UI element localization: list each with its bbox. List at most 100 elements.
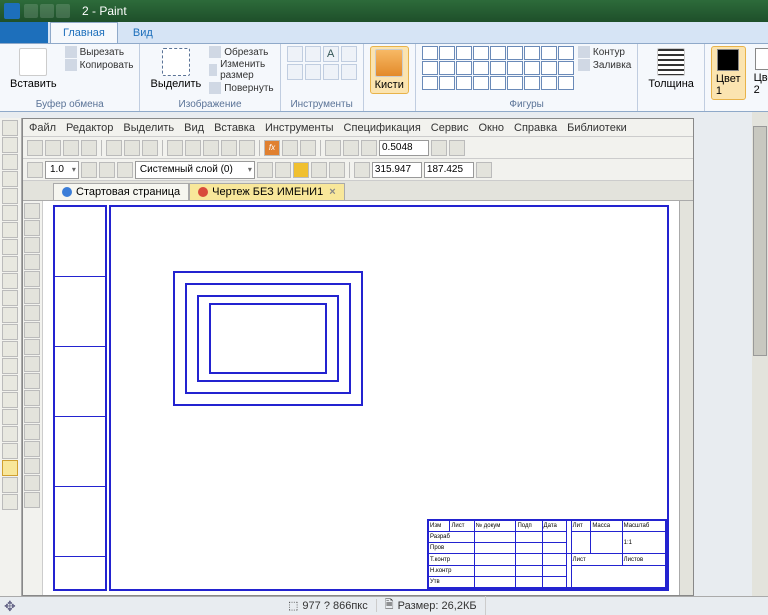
cut-button[interactable]: Вырезать: [65, 46, 134, 58]
menu-window[interactable]: Окно: [478, 122, 504, 134]
layer-combo[interactable]: Системный слой (0): [135, 161, 255, 179]
inner-cad-window: Файл Редактор Выделить Вид Вставка Инстр…: [22, 118, 694, 596]
eraser-icon[interactable]: [341, 46, 357, 62]
coord-y-field[interactable]: [424, 162, 474, 178]
group-brushes: Кисти: [364, 44, 416, 111]
inner-document-tabs: Стартовая страница Чертеж БЕЗ ИМЕНИ1 ×: [23, 181, 693, 201]
inner-toolbar-1: fx: [23, 137, 693, 159]
shape-fill-button[interactable]: Заливка: [578, 59, 632, 71]
menu-spec[interactable]: Спецификация: [344, 122, 421, 134]
shapes-gallery[interactable]: [422, 46, 574, 90]
tools-grid: A: [287, 46, 357, 80]
group-size: Толщина: [638, 44, 705, 111]
redo-icon[interactable]: [56, 4, 70, 18]
system-menu-icon[interactable]: [4, 3, 20, 19]
color1-label: Цвет 1: [716, 73, 741, 97]
menu-insert[interactable]: Вставка: [214, 122, 255, 134]
menu-service[interactable]: Сервис: [431, 122, 469, 134]
drawing-canvas[interactable]: ИзмЛист№ докумПодпДатаЛитМассаМасштаб Ра…: [43, 201, 679, 595]
ribbon: Вставить Вырезать Копировать Буфер обмен…: [0, 44, 768, 112]
shape-outline-button[interactable]: Контур: [578, 46, 632, 58]
paste-label: Вставить: [10, 78, 57, 90]
resize-icon: [209, 64, 217, 76]
menu-libs[interactable]: Библиотеки: [567, 122, 627, 134]
inner-toolbar-2: 1.0 Системный слой (0): [23, 159, 693, 181]
group-label-clipboard: Буфер обмена: [6, 98, 133, 111]
size-icon: [657, 48, 685, 76]
window-title: 2 - Paint: [82, 4, 127, 18]
zoom-icon[interactable]: [325, 140, 341, 156]
scale-combo[interactable]: 1.0: [45, 161, 79, 179]
magnifier-icon[interactable]: [305, 64, 321, 80]
start-page-icon: [62, 187, 72, 197]
copy-button[interactable]: Копировать: [65, 59, 134, 71]
menu-select[interactable]: Выделить: [123, 122, 174, 134]
group-colors: Цвет 1 Цвет 2: [705, 44, 768, 111]
status-position: ⬚ 977 ? 866пкс: [280, 599, 377, 612]
status-size: 🗎 Размер: 26,2КБ: [377, 596, 486, 615]
scrollbar-thumb[interactable]: [753, 126, 767, 356]
status-bar: ⬚ 977 ? 866пкс 🗎 Размер: 26,2КБ: [0, 596, 768, 614]
crop-button[interactable]: Обрезать: [209, 46, 273, 58]
group-label-shapes: Фигуры: [422, 98, 632, 111]
cut-icon: [65, 46, 77, 58]
color1-button[interactable]: Цвет 1: [711, 46, 746, 100]
fillshape-icon: [578, 59, 590, 71]
color2-swatch: [755, 48, 768, 70]
text-icon[interactable]: A: [323, 46, 339, 62]
picker-icon[interactable]: [287, 64, 303, 80]
group-shapes: Контур Заливка Фигуры: [416, 44, 639, 111]
menu-help[interactable]: Справка: [514, 122, 557, 134]
color2-label: Цвет 2: [754, 72, 768, 96]
new-icon[interactable]: [27, 140, 43, 156]
crop-icon: [209, 46, 221, 58]
brush-icon: [375, 49, 403, 77]
select-button[interactable]: Выделить: [146, 46, 205, 92]
drawing-icon: [198, 187, 208, 197]
tab-start-page[interactable]: Стартовая страница: [53, 183, 189, 200]
menu-edit[interactable]: Редактор: [66, 122, 113, 134]
outer-vertical-scrollbar[interactable]: [752, 112, 768, 596]
print-icon[interactable]: [81, 140, 97, 156]
menu-view[interactable]: Вид: [184, 122, 204, 134]
tab-view[interactable]: Вид: [120, 22, 166, 43]
size-label: Толщина: [648, 78, 694, 90]
drawing-content: ИзмЛист№ докумПодпДатаЛитМассаМасштаб Ра…: [43, 201, 679, 595]
size-button[interactable]: Толщина: [644, 46, 698, 92]
save-icon[interactable]: [63, 140, 79, 156]
drawing-left-margin: [53, 205, 107, 591]
rotate-button[interactable]: Повернуть: [209, 82, 273, 94]
group-tools: A Инструменты: [281, 44, 364, 111]
tab-drawing[interactable]: Чертеж БЕЗ ИМЕНИ1 ×: [189, 183, 344, 200]
copy-icon: [65, 59, 77, 71]
close-tab-icon[interactable]: ×: [329, 186, 335, 198]
window-titlebar: 2 - Paint: [0, 0, 768, 22]
rotate-icon: [209, 82, 221, 94]
color1-swatch: [717, 49, 739, 71]
group-label-image: Изображение: [146, 98, 273, 111]
move-cursor-icon: [4, 598, 20, 614]
save-icon[interactable]: [24, 4, 38, 18]
inner-vertical-scrollbar[interactable]: [679, 201, 693, 595]
rect-tool-icon[interactable]: [2, 460, 18, 476]
pencil-icon[interactable]: [287, 46, 303, 62]
outline-icon: [578, 46, 590, 58]
resize-button[interactable]: Изменить размер: [209, 59, 273, 81]
select-label: Выделить: [150, 78, 201, 90]
brushes-button[interactable]: Кисти: [370, 46, 409, 94]
paste-button[interactable]: Вставить: [6, 46, 61, 92]
menu-file[interactable]: Файл: [29, 122, 56, 134]
tab-home[interactable]: Главная: [50, 22, 118, 43]
color2-button[interactable]: Цвет 2: [750, 46, 768, 98]
fill-icon[interactable]: [305, 46, 321, 62]
outer-left-toolbar: [0, 118, 22, 596]
dim-field[interactable]: [379, 140, 429, 156]
file-menu-button[interactable]: [0, 22, 48, 43]
menu-tools[interactable]: Инструменты: [265, 122, 334, 134]
brushes-label: Кисти: [375, 79, 404, 91]
fx-icon[interactable]: fx: [264, 140, 280, 156]
open-icon[interactable]: [45, 140, 61, 156]
coord-x-field[interactable]: [372, 162, 422, 178]
title-block: ИзмЛист№ докумПодпДатаЛитМассаМасштаб Ра…: [427, 519, 667, 589]
undo-icon[interactable]: [40, 4, 54, 18]
